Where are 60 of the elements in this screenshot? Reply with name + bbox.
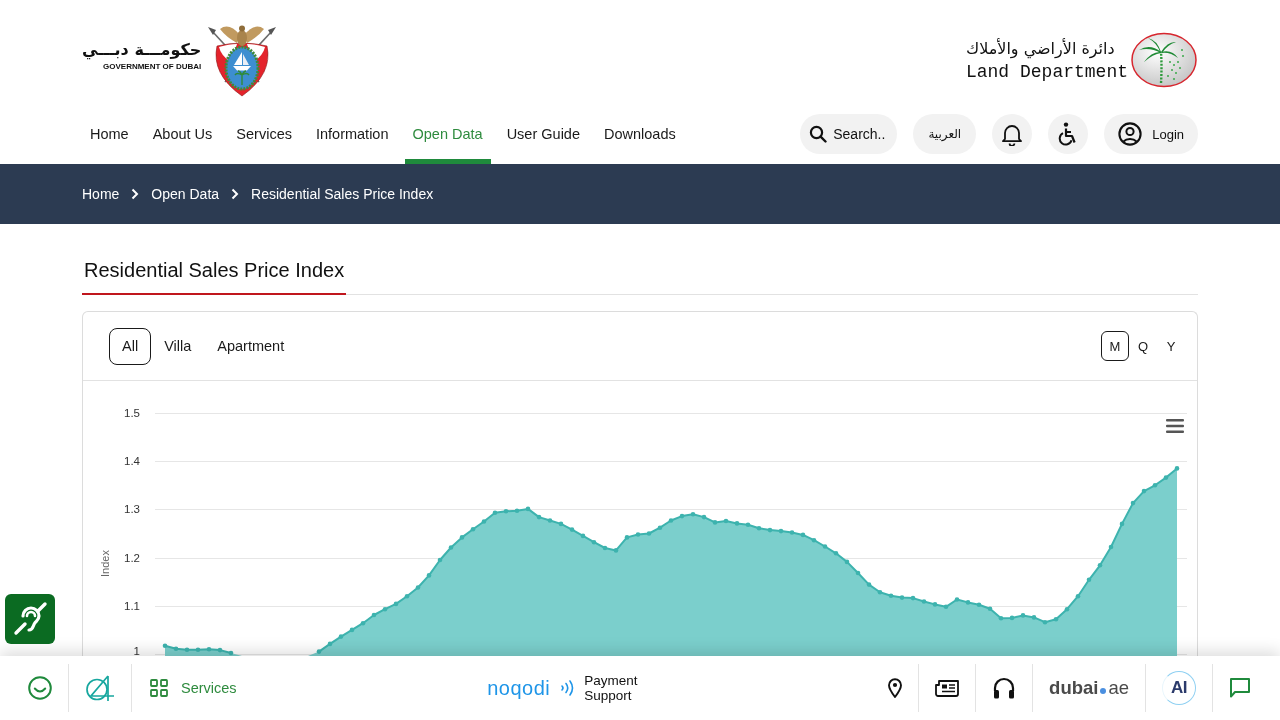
- payment-support-link[interactable]: noqodi Payment Support: [487, 673, 638, 703]
- notifications-button[interactable]: [992, 114, 1033, 154]
- location-pin-icon: [888, 678, 903, 698]
- search-button[interactable]: Search..: [800, 114, 898, 154]
- y-axis-title: Index: [99, 550, 111, 577]
- search-icon: [809, 125, 828, 143]
- nav-link[interactable]: Information: [307, 114, 397, 164]
- chevron-icon: [231, 188, 240, 200]
- circle-logo-icon: [85, 674, 115, 702]
- language-button[interactable]: العربية: [913, 114, 977, 154]
- logo-button[interactable]: [85, 674, 115, 702]
- menu-icon: [1166, 419, 1184, 433]
- property-type-tab[interactable]: Villa: [151, 327, 205, 365]
- smiley-icon: [28, 676, 52, 700]
- headphones-icon: [992, 676, 1017, 700]
- breadcrumb-link[interactable]: Open Data: [151, 186, 220, 202]
- page-title: Residential Sales Price Index: [82, 258, 347, 295]
- nav-link[interactable]: Services: [228, 114, 300, 164]
- breadcrumb-link[interactable]: Home: [82, 186, 120, 202]
- y-axis-tick-label: 1: [133, 644, 140, 656]
- location-button[interactable]: [888, 678, 903, 698]
- palm-tree-logo-icon: [1130, 32, 1198, 88]
- government-logo-arabic-text: حكومـــة دبـــي: [82, 39, 202, 61]
- nav-link[interactable]: Open Data: [404, 114, 491, 164]
- hearing-accessibility-button[interactable]: [5, 594, 55, 644]
- government-logo-text: GOVERNMENT OF DUBAI: [103, 61, 202, 72]
- y-axis-tick-label: 1.2: [124, 551, 140, 564]
- period-tab[interactable]: Y: [1157, 331, 1185, 361]
- user-icon: [1118, 122, 1143, 146]
- ear-slash-icon: [12, 601, 48, 637]
- nav-link[interactable]: User Guide: [498, 114, 588, 164]
- property-type-tab[interactable]: Apartment: [204, 327, 298, 365]
- portal-link[interactable]: dubai ae: [1049, 677, 1129, 699]
- services-button[interactable]: Services: [148, 679, 237, 697]
- chevron-icon: [131, 188, 140, 200]
- chat-icon: [1229, 677, 1251, 699]
- news-button[interactable]: [935, 679, 960, 697]
- department-logo-arabic-text: دائرة الأراضي والأملاك: [965, 37, 1115, 61]
- breadcrumb-current: Residential Sales Price Index: [251, 186, 434, 202]
- nav-link[interactable]: Downloads: [596, 114, 684, 164]
- nav-link[interactable]: Home: [82, 114, 137, 164]
- dot-icon: [1100, 688, 1107, 694]
- nav-link[interactable]: About Us: [144, 114, 221, 164]
- grid-icon: [150, 679, 168, 697]
- property-type-tab[interactable]: All: [109, 327, 152, 365]
- happiness-button[interactable]: [28, 676, 52, 700]
- chat-button[interactable]: [1229, 677, 1251, 699]
- period-tab[interactable]: Q: [1129, 331, 1157, 361]
- y-axis-tick-label: 1.4: [124, 455, 140, 468]
- y-axis-tick-label: 1.3: [124, 503, 140, 516]
- accessibility-button[interactable]: [1048, 114, 1089, 154]
- period-tab[interactable]: M: [1101, 331, 1129, 361]
- department-logo-text: Land Department: [965, 61, 1128, 83]
- bell-icon: [1002, 122, 1023, 146]
- y-axis-tick-label: 1.1: [124, 599, 140, 612]
- newspaper-icon: [935, 679, 960, 697]
- support-button[interactable]: [992, 676, 1017, 700]
- login-button[interactable]: Login: [1104, 114, 1198, 154]
- y-axis-tick-label: 1.5: [124, 407, 140, 419]
- contactless-icon: [560, 680, 575, 696]
